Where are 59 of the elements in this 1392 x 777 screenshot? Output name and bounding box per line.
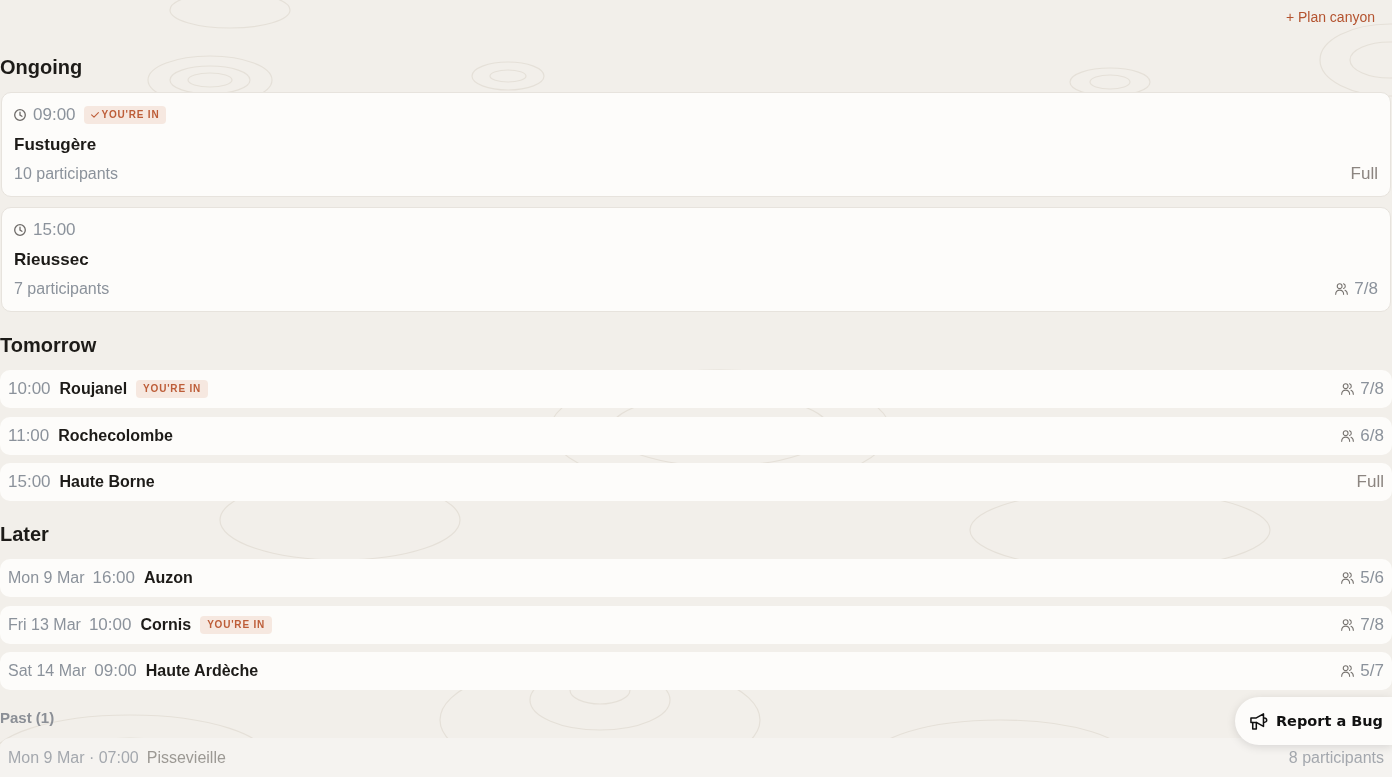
clock-icon: [14, 224, 26, 236]
event-row[interactable]: 15:00 Haute Borne Full: [0, 463, 1392, 501]
event-time: 11:00: [8, 425, 50, 446]
event-name: Haute Borne: [59, 473, 155, 491]
event-row[interactable]: 11:00 Rochecolombe 6/8: [0, 416, 1392, 455]
event-time: 15:00: [8, 472, 51, 492]
event-name: Auzon: [144, 569, 193, 587]
people-icon: [1341, 429, 1355, 442]
event-date: Mon 9 Mar: [8, 569, 85, 587]
event-row[interactable]: Sat 14 Mar 09:00 Haute Ardèche 5/7: [0, 652, 1392, 690]
plan-canyon-link[interactable]: + Plan canyon: [1285, 8, 1375, 26]
event-card[interactable]: 09:00 YOU'RE IN Fustugère 10 participants Full: [1, 92, 1391, 197]
event-name: Cornis: [140, 615, 192, 634]
event-name: Roujanel: [59, 380, 128, 398]
people-icon: [1341, 572, 1355, 584]
people-icon: [1341, 383, 1355, 395]
people-icon: [1341, 618, 1355, 631]
event-name: Rieussec: [14, 249, 89, 271]
people-icon: [1341, 665, 1355, 677]
event-time: 09:00: [33, 105, 76, 125]
clock-icon: [14, 109, 26, 121]
people-icon: [1335, 283, 1349, 295]
capacity-status: Full: [1356, 472, 1384, 492]
event-row[interactable]: Fri 13 Mar 10:00 Cornis YOU'RE IN 7/8: [0, 605, 1392, 644]
check-icon: [90, 112, 99, 118]
event-row[interactable]: Mon 9 Mar 16:00 Auzon 5/6: [0, 559, 1392, 597]
participant-count: 7 participants: [14, 279, 110, 299]
event-name: Fustugère: [14, 134, 97, 156]
section-heading: Tomorrow: [0, 333, 97, 357]
section-heading: Past (1): [0, 708, 55, 728]
capacity-count: 5/6: [1360, 568, 1384, 588]
joined-tag: YOU'RE IN: [136, 380, 209, 398]
event-time: 16:00: [92, 568, 135, 588]
event-time: 15:00: [33, 220, 76, 240]
event-date: Sat 14 Mar: [8, 662, 87, 680]
event-time: 10:00: [88, 614, 132, 635]
report-bug-button[interactable]: Report a Bug: [1234, 697, 1392, 745]
event-name: Haute Ardèche: [145, 662, 259, 680]
capacity-count: 5/7: [1360, 661, 1384, 681]
event-time: 10:00: [8, 379, 51, 399]
section-heading: Later: [0, 522, 49, 546]
megaphone-icon: [1249, 712, 1268, 730]
capacity-status: Full: [1350, 163, 1378, 185]
capacity-count: 6/8: [1360, 425, 1384, 446]
capacity-count: 7/8: [1354, 278, 1378, 300]
event-time: 09:00: [94, 661, 137, 681]
event-card[interactable]: 15:00 Rieussec 7 participants 7/8: [1, 207, 1391, 312]
event-date: Fri 13 Mar: [8, 615, 81, 634]
event-name: Pissevieille: [146, 748, 226, 767]
joined-tag: YOU'RE IN: [200, 615, 273, 634]
event-date-time: Mon 9 Mar · 07:00: [8, 748, 139, 767]
event-row[interactable]: 10:00 Roujanel YOU'RE IN 7/8: [0, 370, 1392, 408]
joined-label: YOU'RE IN: [101, 109, 160, 121]
event-name: Rochecolombe: [58, 426, 173, 445]
capacity-count: 7/8: [1360, 614, 1384, 635]
participant-count: 8 participants: [1288, 748, 1384, 767]
section-heading: Ongoing: [0, 55, 83, 79]
capacity-count: 7/8: [1360, 379, 1384, 399]
participant-count: 10 participants: [14, 164, 119, 184]
